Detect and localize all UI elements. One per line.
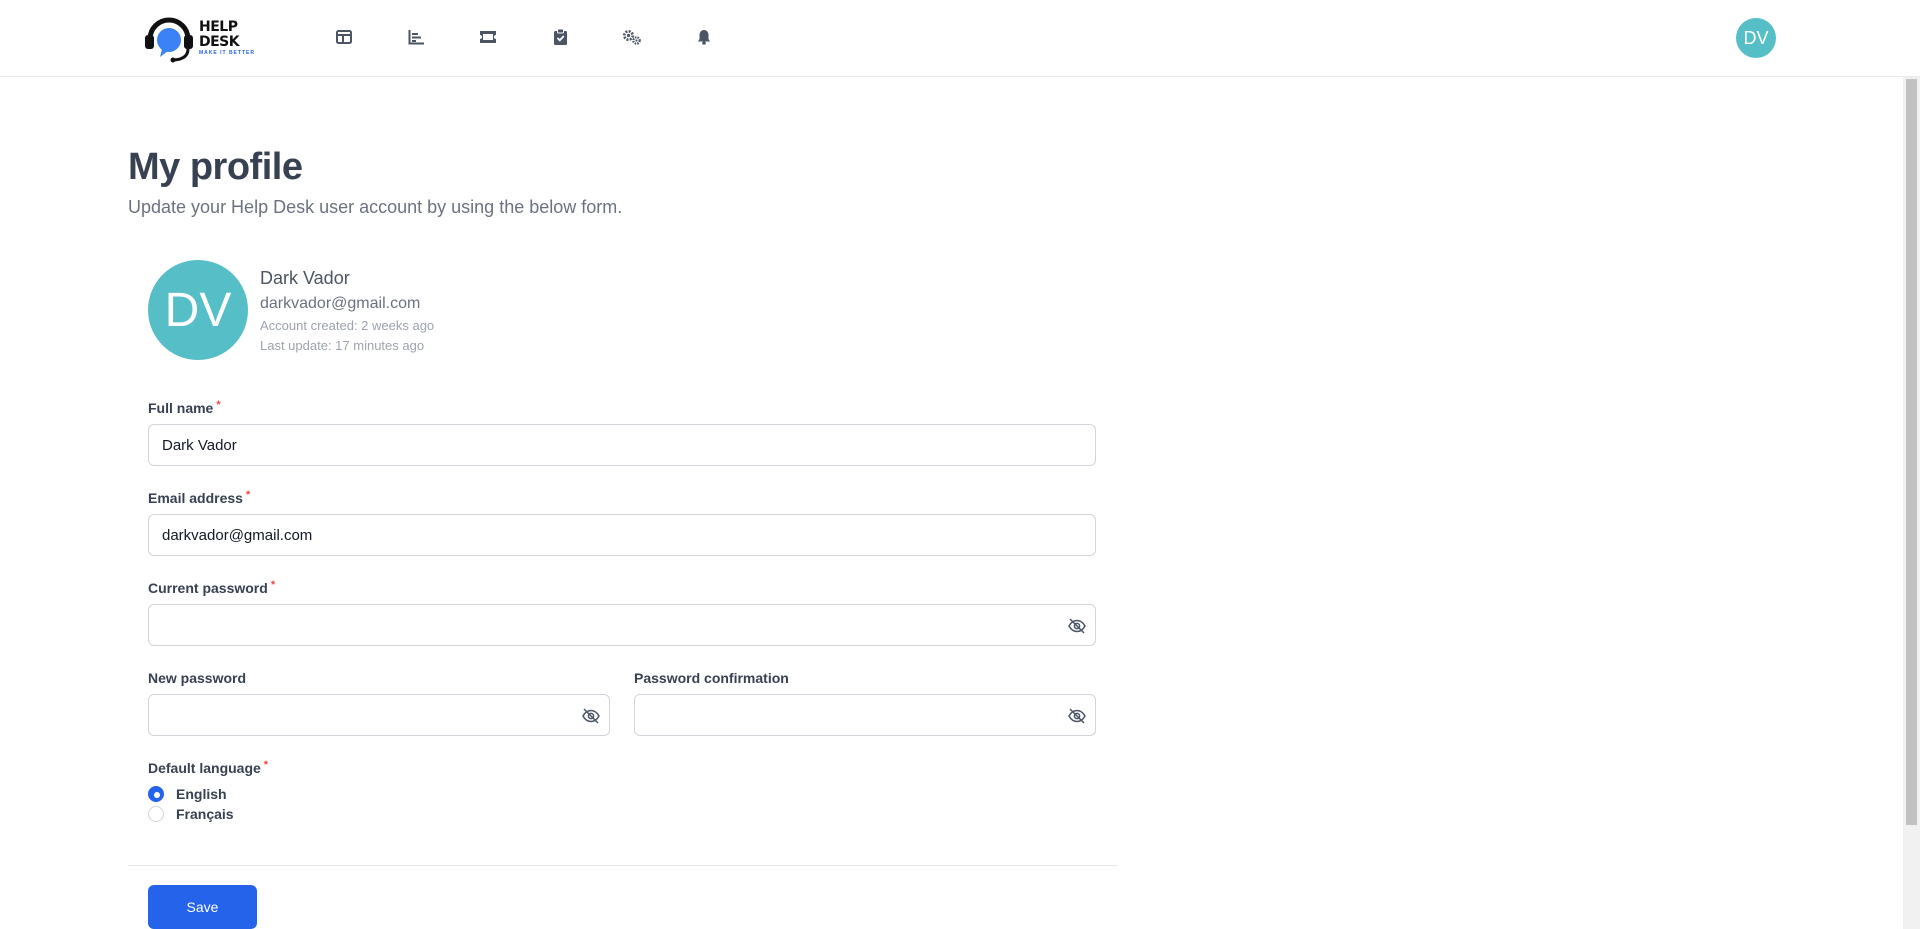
password-confirmation-label: Password confirmation <box>634 670 789 686</box>
page-scrollbar[interactable] <box>1903 77 1920 929</box>
current-password-input[interactable] <box>148 604 1096 646</box>
scrollbar-thumb[interactable] <box>1906 79 1917 825</box>
current-password-label-text: Current password <box>148 580 268 596</box>
user-avatar[interactable]: DV <box>1736 18 1776 58</box>
last-update-text: Last update: 17 minutes ago <box>260 338 425 353</box>
page-subtitle: Update your Help Desk user account by us… <box>128 197 623 217</box>
full-name-label-text: Full name <box>148 400 214 416</box>
bell-icon[interactable] <box>694 27 714 47</box>
settings-gears-icon[interactable] <box>622 27 642 47</box>
clipboard-check-icon[interactable] <box>550 27 570 47</box>
dashboard-icon[interactable] <box>334 27 354 47</box>
default-language-label: Default language * <box>148 759 269 776</box>
language-french-radio[interactable] <box>148 806 164 822</box>
save-button[interactable]: Save <box>148 885 257 929</box>
language-english-radio[interactable] <box>148 786 164 802</box>
account-created-text: Account created: 2 weeks ago <box>260 318 435 333</box>
profile-avatar: DV <box>148 260 248 360</box>
eye-slash-icon[interactable] <box>581 706 601 726</box>
full-name-input[interactable]: Dark Vador <box>148 424 1096 466</box>
full-name-value: Dark Vador <box>162 436 237 454</box>
email-label: Email address * <box>148 489 251 506</box>
full-name-label: Full name * <box>148 399 221 416</box>
required-marker: * <box>263 759 269 771</box>
eye-slash-icon[interactable] <box>1067 616 1087 636</box>
helpdesk-logo[interactable]: HELP DESK MAKE IT BETTER <box>142 12 277 64</box>
language-french-label[interactable]: Français <box>176 806 234 822</box>
email-input[interactable]: darkvador@gmail.com <box>148 514 1096 556</box>
headset-logo-icon <box>142 13 196 63</box>
ticket-icon[interactable] <box>478 27 498 47</box>
email-label-text: Email address <box>148 490 243 506</box>
required-marker: * <box>270 579 276 591</box>
email-value: darkvador@gmail.com <box>162 526 313 544</box>
new-password-input[interactable] <box>148 694 610 736</box>
page-title: My profile <box>128 146 303 188</box>
new-password-label: New password <box>148 670 247 686</box>
brand-tagline: MAKE IT BETTER <box>199 49 255 56</box>
password-confirmation-input[interactable] <box>634 694 1096 736</box>
required-marker: * <box>245 489 251 501</box>
profile-name: Dark Vador <box>260 268 350 288</box>
language-english-label[interactable]: English <box>176 786 227 802</box>
top-navbar: HELP DESK MAKE IT BETTER DV <box>0 0 1920 77</box>
profile-email: darkvador@gmail.com <box>260 295 421 312</box>
brand-title: HELP DESK <box>199 18 240 50</box>
form-divider <box>128 865 1117 866</box>
eye-slash-icon[interactable] <box>1067 706 1087 726</box>
current-password-label: Current password * <box>148 579 276 596</box>
required-marker: * <box>216 399 221 411</box>
chart-icon[interactable] <box>406 27 426 47</box>
default-language-label-text: Default language <box>148 760 261 776</box>
